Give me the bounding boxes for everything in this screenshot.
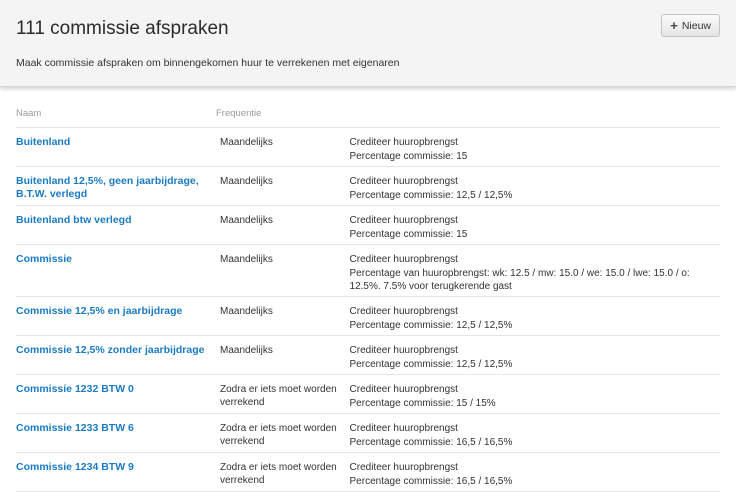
table-row: Commissie 12,5% en jaarbijdrage Maandeli… <box>16 297 720 336</box>
detail-line: Crediteer huuropbrengst <box>349 137 458 148</box>
page-header: 111 commissie afspraken Maak commissie a… <box>0 0 736 87</box>
detail-line: Crediteer huuropbrengst <box>349 176 458 187</box>
table-header: Naam Frequentie <box>16 108 720 128</box>
new-button[interactable]: + Nieuw <box>661 14 720 37</box>
commission-table: Naam Frequentie Buitenland Maandelijks C… <box>16 108 720 492</box>
detail-line: Percentage commissie: 16,5 / 16,5% <box>349 475 513 487</box>
agreement-name-link[interactable]: Commissie <box>16 253 220 292</box>
details: Crediteer huuropbrengst Percentage commi… <box>350 305 720 331</box>
detail-line: Percentage commissie: 15 / 15% <box>349 397 496 409</box>
frequency: Zodra er iets moet worden verrekend <box>220 462 337 486</box>
agreement-name-link[interactable]: Commissie 12,5% en jaarbijdrage <box>16 305 220 331</box>
page-subtitle: Maak commissie afspraken om binnengekome… <box>16 57 400 69</box>
detail-line: Percentage commissie: 12,5 / 12,5% <box>349 189 513 201</box>
frequency: Maandelijks <box>220 345 273 356</box>
column-header-frequency: Frequentie <box>216 108 262 119</box>
plus-icon: + <box>670 18 678 33</box>
frequency: Maandelijks <box>220 176 273 187</box>
detail-line: Crediteer huuropbrengst <box>349 423 458 434</box>
details: Crediteer huuropbrengst Percentage commi… <box>350 175 720 201</box>
detail-line: Percentage commissie: 15 <box>349 150 468 162</box>
table-row: Commissie 1234 BTW 9 Zodra er iets moet … <box>16 453 720 492</box>
frequency: Maandelijks <box>220 306 273 317</box>
column-header-name: Naam <box>16 108 42 119</box>
table-row: Commissie 12,5% zonder jaarbijdrage Maan… <box>16 336 720 375</box>
frequency: Zodra er iets moet worden verrekend <box>220 423 337 447</box>
table-row: Commissie 1232 BTW 0 Zodra er iets moet … <box>16 375 720 414</box>
detail-line: Crediteer huuropbrengst <box>349 384 458 395</box>
frequency: Maandelijks <box>220 215 273 226</box>
frequency: Maandelijks <box>220 254 273 265</box>
frequency: Zodra er iets moet worden verrekend <box>220 384 337 408</box>
detail-line: Crediteer huuropbrengst <box>349 345 458 356</box>
details: Crediteer huuropbrengst Percentage commi… <box>350 136 720 162</box>
agreement-name-link[interactable]: Commissie 1234 BTW 9 <box>16 461 220 487</box>
detail-line: Percentage commissie: 12,5 / 12,5% <box>349 319 513 331</box>
table-row: Commissie Maandelijks Crediteer huuropbr… <box>16 245 720 297</box>
detail-line: Crediteer huuropbrengst <box>349 215 458 226</box>
table-row: Buitenland Maandelijks Crediteer huuropb… <box>16 128 720 167</box>
agreement-name-link[interactable]: Commissie 12,5% zonder jaarbijdrage <box>16 344 220 370</box>
details: Crediteer huuropbrengst Percentage commi… <box>350 383 720 409</box>
column-header-details <box>342 108 720 127</box>
detail-line: Crediteer huuropbrengst <box>349 254 458 265</box>
agreement-name-link[interactable]: Buitenland 12,5%, geen jaarbijdrage, B.T… <box>16 175 220 201</box>
details: Crediteer huuropbrengst Percentage commi… <box>350 214 720 240</box>
detail-line: Percentage van huuropbrengst: wk: 12.5 /… <box>349 267 690 293</box>
agreement-name-link[interactable]: Buitenland <box>16 136 220 162</box>
detail-line: Crediteer huuropbrengst <box>349 306 458 317</box>
agreement-name-link[interactable]: Buitenland btw verlegd <box>16 214 220 240</box>
detail-line: Percentage commissie: 16,5 / 16,5% <box>349 436 513 448</box>
table-row: Buitenland btw verlegd Maandelijks Credi… <box>16 206 720 245</box>
details: Crediteer huuropbrengst Percentage van h… <box>350 253 720 292</box>
detail-line: Percentage commissie: 12,5 / 12,5% <box>349 358 513 370</box>
detail-line: Percentage commissie: 15 <box>349 228 468 240</box>
frequency: Maandelijks <box>220 137 273 148</box>
table-row: Buitenland 12,5%, geen jaarbijdrage, B.T… <box>16 167 720 206</box>
details: Crediteer huuropbrengst Percentage commi… <box>350 461 720 487</box>
page-title: 111 commissie afspraken <box>16 18 229 39</box>
agreement-name-link[interactable]: Commissie 1233 BTW 6 <box>16 422 220 448</box>
details: Crediteer huuropbrengst Percentage commi… <box>350 344 720 370</box>
agreement-name-link[interactable]: Commissie 1232 BTW 0 <box>16 383 220 409</box>
detail-line: Crediteer huuropbrengst <box>349 462 458 473</box>
details: Crediteer huuropbrengst Percentage commi… <box>350 422 720 448</box>
table-row: Commissie 1233 BTW 6 Zodra er iets moet … <box>16 414 720 453</box>
new-button-label: Nieuw <box>681 19 711 32</box>
